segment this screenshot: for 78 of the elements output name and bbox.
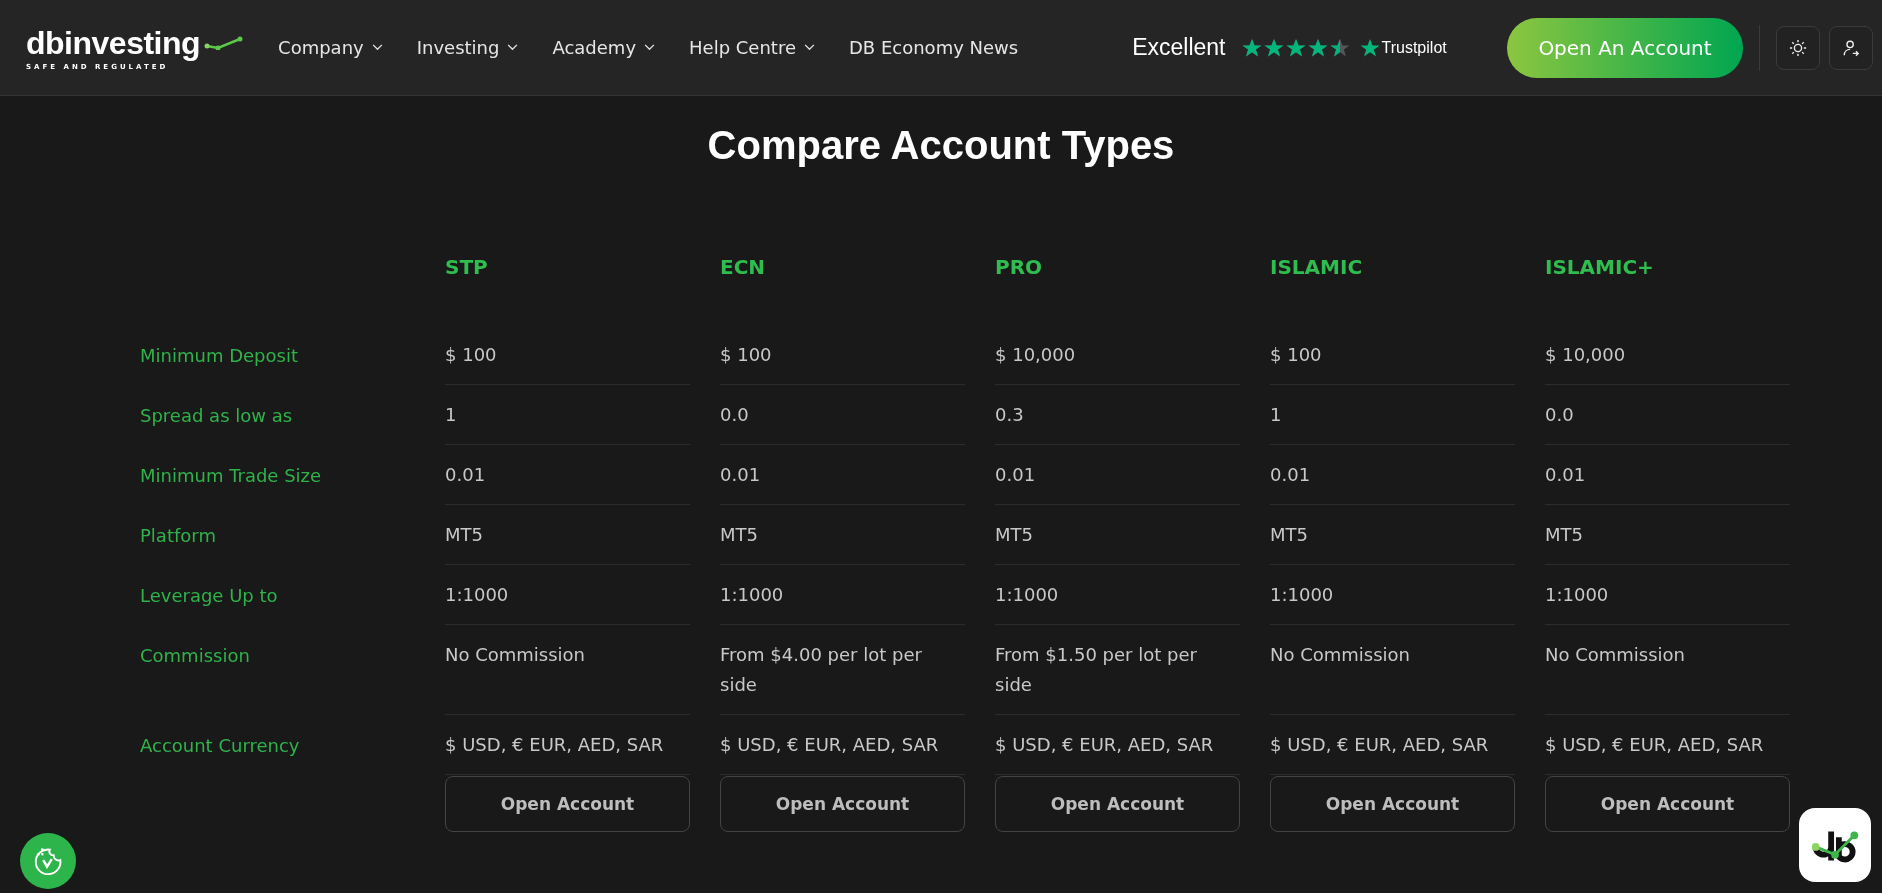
user-add-icon [1842, 38, 1860, 57]
open-account-button[interactable]: Open Account [1545, 776, 1790, 832]
table-cell: 0.01 [445, 464, 486, 485]
chat-widget-button[interactable] [1799, 808, 1871, 882]
table-cell: MT5 [445, 524, 483, 545]
account-type-heading: ISLAMIC [1270, 254, 1364, 281]
table-cell: No Commission [1545, 644, 1686, 665]
row-label: Minimum Trade Size [140, 464, 323, 488]
table-cell: $ USD, € EUR, AED, SAR [445, 734, 664, 755]
account-type-heading: ECN [720, 254, 767, 281]
table-cell: 0.3 [995, 404, 1024, 425]
table-cell: 0.01 [995, 464, 1036, 485]
trustpilot-wordmark[interactable]: Trustpilot [1381, 38, 1447, 57]
chart-line-icon [204, 35, 245, 50]
sun-icon [1789, 38, 1807, 57]
table-cell: MT5 [1545, 524, 1583, 545]
star-icon [1359, 37, 1380, 58]
row-label: Leverage Up to [140, 584, 279, 608]
chevron-down-icon [371, 44, 383, 51]
chevron-down-icon [804, 44, 815, 51]
table-cell: From $4.00 per lot per side [720, 644, 922, 695]
account-type-heading: STP [445, 254, 489, 281]
account-type-heading: PRO [995, 254, 1044, 281]
theme-toggle-button[interactable] [1776, 25, 1820, 70]
rating-label: Excellent [1132, 34, 1226, 61]
nav-link[interactable]: Investing [416, 37, 519, 58]
chevron-down-icon [507, 44, 519, 51]
table-cell: $ 10,000 [995, 344, 1076, 365]
table-cell: $ 100 [1270, 344, 1322, 365]
star-icon [1329, 37, 1350, 58]
table-cell: 1 [445, 404, 457, 425]
table-cell: 0.01 [1545, 464, 1586, 485]
table-cell: 0.01 [720, 464, 761, 485]
page-title: Compare Account Types [707, 122, 1175, 169]
star-icon [1263, 37, 1284, 58]
nav-link[interactable]: Academy [552, 37, 656, 58]
table-cell: 1:1000 [445, 584, 509, 605]
table-cell: No Commission [445, 644, 586, 665]
table-cell: $ USD, € EUR, AED, SAR [1545, 734, 1764, 755]
account-button[interactable] [1829, 25, 1873, 70]
cookie-settings-button[interactable] [20, 833, 76, 889]
table-cell: 1:1000 [1270, 584, 1334, 605]
table-cell: $ USD, € EUR, AED, SAR [1270, 734, 1489, 755]
table-cell: 0.01 [1270, 464, 1311, 485]
row-label: Minimum Deposit [140, 344, 299, 368]
table-cell: $ 100 [720, 344, 772, 365]
table-cell: $ 10,000 [1545, 344, 1626, 365]
logo-wordmark: dbinvesting [26, 24, 201, 61]
open-account-button[interactable]: Open Account [995, 776, 1240, 832]
table-cell: MT5 [1270, 524, 1308, 545]
row-label: Account Currency [140, 734, 301, 758]
table-cell: 0.0 [1545, 404, 1574, 425]
table-cell: No Commission [1270, 644, 1411, 665]
table-cell: MT5 [995, 524, 1033, 545]
nav-link[interactable]: Help Centre [689, 37, 815, 58]
table-cell: $ USD, € EUR, AED, SAR [995, 734, 1214, 755]
table-cell: 1:1000 [1545, 584, 1609, 605]
open-account-button[interactable]: Open Account [445, 776, 690, 832]
nav-link[interactable]: Company [278, 37, 383, 58]
table-cell: 1 [1270, 404, 1282, 425]
table-cell: From $1.50 per lot per side [995, 644, 1197, 695]
table-cell: 1:1000 [995, 584, 1059, 605]
table-cell: $ 100 [445, 344, 497, 365]
table-cell: $ USD, € EUR, AED, SAR [720, 734, 939, 755]
star-icon [1307, 37, 1328, 58]
table-cell: 0.0 [720, 404, 749, 425]
star-icon [1241, 37, 1262, 58]
open-account-button[interactable]: Open Account [1270, 776, 1515, 832]
row-label: Platform [140, 524, 217, 548]
open-account-button[interactable]: Open Account [720, 776, 965, 832]
nav-link[interactable]: DB Economy News [849, 37, 1019, 58]
table-cell: MT5 [720, 524, 758, 545]
star-icon [1285, 37, 1306, 58]
table-cell: 1:1000 [720, 584, 784, 605]
chevron-down-icon [644, 44, 656, 51]
row-label: Spread as low as [140, 404, 294, 428]
row-label: Commission [140, 644, 251, 668]
account-type-heading: ISLAMIC+ [1545, 254, 1655, 281]
